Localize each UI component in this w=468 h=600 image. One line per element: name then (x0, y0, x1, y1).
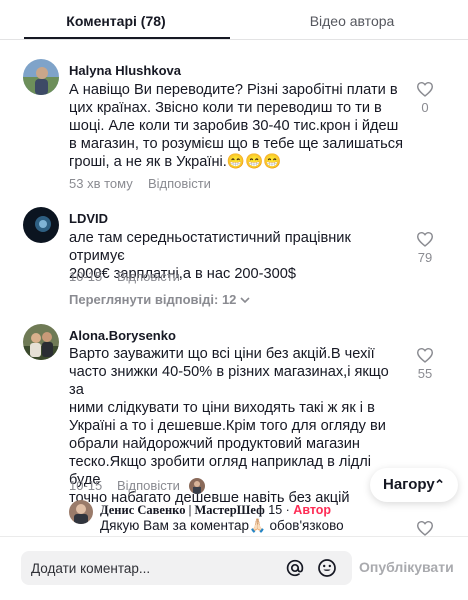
like-count: 55 (417, 366, 433, 381)
heart-icon (416, 520, 434, 536)
comment-timestamp: 10-15 (69, 269, 103, 284)
author-reply-separator: · (285, 503, 290, 517)
author-reply-text: Дякую Вам за коментар🙏🏻 обов'язково (100, 518, 344, 533)
emoji-icon[interactable] (317, 558, 337, 578)
comment-input[interactable] (31, 551, 271, 585)
like-button[interactable]: 0 (410, 81, 440, 115)
avatar[interactable] (23, 59, 59, 95)
tab-author-videos[interactable]: Відео автора (236, 0, 468, 40)
comment-input-box (21, 551, 352, 585)
reply-button[interactable]: Відповісти (117, 269, 180, 284)
like-button[interactable]: 55 (410, 347, 440, 381)
like-count: 79 (417, 250, 433, 265)
heart-icon (416, 231, 434, 247)
comment-timestamp: 53 хв тому (69, 176, 133, 191)
mention-icon[interactable] (285, 558, 305, 578)
tab-bar: Коментарі (78) Відео автора (0, 0, 468, 40)
comment-username[interactable]: Alona.Borysenko (69, 328, 176, 343)
like-button[interactable] (410, 520, 440, 536)
comment-composer: Опублікувати (0, 536, 468, 600)
view-replies-button[interactable]: Переглянути відповіді: 12 (69, 292, 250, 307)
back-to-top-button[interactable]: Нагору ⌃ (370, 468, 458, 502)
author-reply-username[interactable]: Денис Савенко | МастерШеф (100, 503, 265, 517)
author-liked-avatar (189, 478, 205, 494)
comment-text: А навіщо Ви переводите? Різні заробітні … (69, 82, 403, 170)
heart-icon (416, 347, 434, 363)
reply-button[interactable]: Відповісти (148, 176, 211, 191)
heart-icon (416, 81, 434, 97)
comment-username[interactable]: Halyna Hlushkova (69, 63, 181, 78)
view-replies-label: Переглянути відповіді: 12 (69, 292, 237, 307)
author-reply-count: 15 (268, 503, 283, 517)
author-badge: Автор (293, 503, 332, 517)
like-button[interactable]: 79 (410, 231, 440, 265)
active-tab-indicator (24, 37, 230, 39)
publish-button[interactable]: Опублікувати (359, 559, 454, 575)
avatar[interactable] (23, 324, 59, 360)
comment-username[interactable]: LDVID (69, 211, 108, 226)
tab-comments[interactable]: Коментарі (78) (0, 0, 232, 40)
avatar[interactable] (69, 500, 93, 524)
back-to-top-label: Нагору (383, 476, 435, 493)
like-count: 0 (421, 100, 429, 115)
reply-button[interactable]: Відповісти (117, 478, 180, 493)
avatar[interactable] (23, 207, 59, 243)
double-chevron-up-icon: ⌃ (434, 477, 445, 492)
comment-timestamp: 10-15 (69, 478, 103, 493)
chevron-down-icon (240, 297, 250, 303)
author-reply-header: Денис Савенко | МастерШеф 15 · Автор (100, 503, 331, 518)
